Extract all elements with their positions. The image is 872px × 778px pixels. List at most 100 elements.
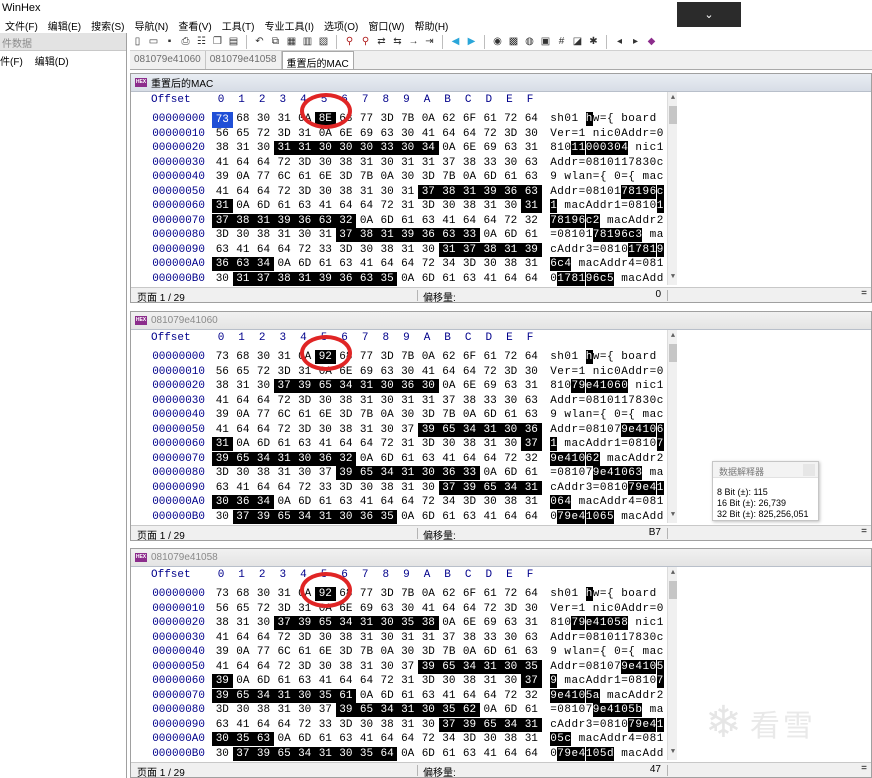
ascii-char[interactable]: 1 [600,156,607,170]
ascii-char[interactable]: d [593,437,600,451]
ascii-char[interactable]: = [550,228,557,242]
hex-byte[interactable]: 38 [253,228,274,242]
hex-byte[interactable]: 0A [418,350,439,364]
hex-byte[interactable]: 63 [459,272,480,286]
ascii-char[interactable]: d [564,660,571,674]
hex-byte[interactable]: 63 [377,127,398,141]
hex-byte[interactable]: 3D [418,199,439,213]
ascii-char[interactable]: { [628,408,635,422]
hex-byte[interactable]: 31 [397,156,418,170]
hex-byte[interactable]: 37 [232,509,254,524]
ascii-char[interactable]: = [578,394,586,408]
ascii-char[interactable] [614,112,621,126]
ascii-char[interactable]: m [649,466,657,480]
ascii-char[interactable]: 4 [578,509,586,524]
ascii-char[interactable]: c [593,257,600,271]
hex-byte[interactable]: 38 [500,257,521,271]
ascii-char[interactable]: r [642,602,649,616]
ascii-char[interactable]: 8 [635,394,642,408]
ascii-char[interactable]: a [614,689,621,703]
ascii-char[interactable]: d [614,732,621,746]
hex-byte[interactable]: 31 [480,674,501,688]
hex-byte[interactable]: 63 [377,602,398,616]
hex-byte[interactable]: 3D [274,127,295,141]
ascii-char[interactable]: a [592,688,600,703]
hex-byte[interactable]: 39 [212,408,233,422]
ascii-char[interactable]: 1 [657,495,664,509]
hex-byte[interactable]: 64 [233,394,254,408]
hex-byte[interactable]: 61 [274,674,295,688]
hex-byte[interactable]: 63 [336,732,357,746]
ascii-char[interactable]: r [621,495,628,509]
ascii-char[interactable] [557,199,564,213]
hex-byte[interactable]: 3D [212,466,233,480]
hex-byte[interactable]: 61 [480,587,501,601]
hex-byte[interactable]: 41 [233,718,254,732]
ascii-char[interactable]: 1 [642,674,649,688]
hex-byte[interactable]: 30 [335,746,357,761]
ascii-char[interactable]: m [649,703,657,717]
ascii-char[interactable]: r [621,732,628,746]
hex-byte[interactable]: 0A [233,199,254,213]
ascii-char[interactable]: c [649,141,657,155]
open-icon[interactable]: ▭ [146,34,161,49]
ascii-char[interactable]: r [642,112,649,126]
paste-icon[interactable]: ▤ [226,34,241,49]
hex-byte[interactable]: 30 [439,437,460,451]
ascii-char[interactable]: d [635,602,642,616]
ascii-char[interactable]: 1 [613,466,621,480]
ascii-char[interactable]: A [628,214,635,228]
hex-byte[interactable]: 31 [480,199,501,213]
hex-byte[interactable]: 30 [397,365,418,379]
ascii-char[interactable] [600,214,607,228]
ascii-char[interactable]: d [564,394,571,408]
hex-byte[interactable]: 31 [521,717,542,732]
ascii-char[interactable]: 1 [614,674,621,688]
hex-byte[interactable]: 64 [336,437,357,451]
ascii-char[interactable]: 1 [621,156,628,170]
ascii-char[interactable]: d [564,185,571,199]
ascii-char[interactable]: r [578,481,586,495]
ascii-char[interactable]: { [607,587,614,601]
hex-byte[interactable]: 37 [212,213,233,228]
ascii-char[interactable]: a [635,350,642,364]
hex-byte[interactable]: 39 [294,379,315,393]
hex-byte[interactable]: 0A [439,379,460,393]
ascii-char[interactable]: 4 [592,616,600,630]
hex-byte[interactable]: 31 [521,616,542,630]
ascii-char[interactable]: 9 [550,408,557,422]
hex-byte[interactable]: 39 [253,509,274,524]
ascii-char[interactable]: 0 [649,394,657,408]
hex-byte[interactable]: 30 [253,141,274,155]
ascii-char[interactable]: a [649,645,657,659]
hex-byte[interactable]: 6F [459,350,480,364]
hex-byte[interactable]: 7B [356,408,377,422]
clipboard-data-icon[interactable]: ▥ [300,34,315,49]
hex-byte[interactable]: 72 [377,674,398,688]
ascii-char[interactable] [557,674,564,688]
ascii-char[interactable]: 4 [578,746,586,761]
ascii-char[interactable]: 8 [571,271,579,286]
hex-byte[interactable]: 6D [377,214,398,228]
ascii-char[interactable]: 0 [578,688,586,703]
hex-byte[interactable]: 35 [232,732,254,746]
ascii-char[interactable]: 0 [578,451,586,466]
ascii-char[interactable]: 1 [642,659,650,674]
hex-byte[interactable]: 77 [253,408,274,422]
ascii-char[interactable]: m [607,214,614,228]
ascii-char[interactable]: 9 [613,228,621,242]
hex-byte[interactable]: 64 [377,732,398,746]
hex-byte[interactable]: 38 [377,481,398,495]
ascii-char[interactable]: 1 [657,616,664,630]
hex-byte[interactable]: 0A [418,587,439,601]
ascii-char[interactable]: 5 [557,732,565,746]
hex-byte[interactable]: 64 [376,746,398,761]
ascii-char[interactable]: 0 [550,510,557,524]
ascii-char[interactable]: 4 [635,422,643,437]
hex-byte[interactable]: 64 [521,510,542,524]
ascii-char[interactable]: 0 [600,481,607,495]
ascii-char[interactable]: d [635,127,642,141]
menu-item[interactable]: 编辑(E) [43,18,86,33]
ascii-char[interactable]: r [607,437,614,451]
ascii-char[interactable]: 0 [657,127,664,141]
